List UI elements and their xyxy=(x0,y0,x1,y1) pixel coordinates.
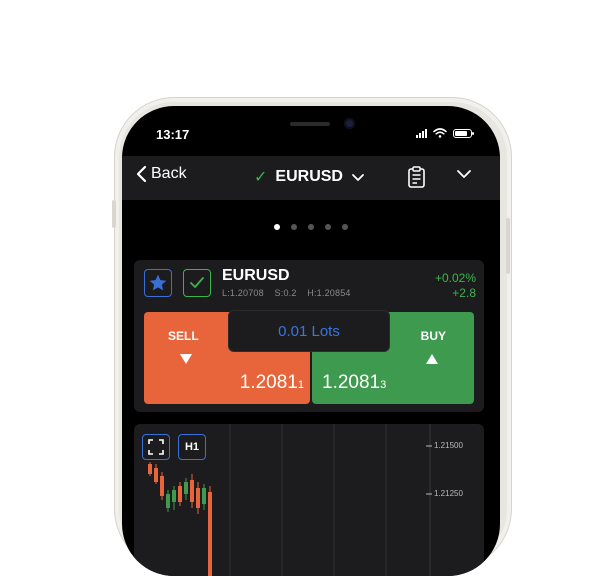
favorite-toggle[interactable] xyxy=(144,269,172,297)
status-time: 13:17 xyxy=(156,127,190,142)
back-button[interactable]: Back xyxy=(136,165,187,183)
top-navigation-bar: Back ✓ EURUSD xyxy=(122,156,500,200)
sell-price: 1.20811 xyxy=(240,372,304,394)
fullscreen-button[interactable] xyxy=(142,434,170,460)
page-dot xyxy=(325,224,331,230)
cellular-signal-icon xyxy=(416,128,427,138)
chevron-down-icon xyxy=(352,173,364,181)
front-camera xyxy=(344,118,355,129)
buy-price-pip: 3 xyxy=(380,379,387,391)
low-price: L:1.20708 xyxy=(222,288,264,298)
chevron-left-icon xyxy=(136,165,147,183)
star-icon xyxy=(149,274,167,291)
sell-label: SELL xyxy=(168,329,199,343)
buy-price: 1.20813 xyxy=(322,372,386,394)
symbol-selector[interactable]: ✓ EURUSD xyxy=(254,167,365,187)
change-pips: +2.8 xyxy=(452,286,476,300)
symbol-trade-card: EURUSD L:1.20708 S:0.2 H:1.20854 +0.02% … xyxy=(134,260,484,412)
connected-check-icon: ✓ xyxy=(254,169,268,186)
page-dot xyxy=(308,224,314,230)
page-dot xyxy=(342,224,348,230)
card-stats: L:1.20708 S:0.2 H:1.20854 xyxy=(222,288,359,298)
change-percent: +0.02% xyxy=(434,271,476,285)
sell-price-pip: 1 xyxy=(297,379,304,391)
price-chart[interactable]: H1 1.21500 1.21250 xyxy=(134,424,484,576)
fullscreen-icon xyxy=(148,439,164,455)
phone-side-button-left xyxy=(112,200,116,228)
buy-arrow-up-icon xyxy=(426,354,438,364)
checkmark-icon xyxy=(190,277,204,288)
expand-chevron-icon[interactable] xyxy=(456,168,472,180)
change-display: +0.02% +2.8 xyxy=(435,271,476,301)
phone-side-button xyxy=(506,218,510,274)
spread: S:0.2 xyxy=(274,288,297,298)
clipboard-icon[interactable] xyxy=(406,165,428,189)
sell-price-main: 1.2081 xyxy=(239,372,298,393)
timeframe-button[interactable]: H1 xyxy=(178,434,206,460)
page-dot xyxy=(274,224,280,230)
symbol-title: EURUSD xyxy=(275,168,343,185)
y-axis-label: 1.21500 xyxy=(434,441,463,450)
battery-icon xyxy=(453,128,474,138)
back-label: Back xyxy=(151,165,187,182)
page-dot xyxy=(291,224,297,230)
notch xyxy=(226,106,396,140)
card-symbol: EURUSD xyxy=(222,267,290,284)
status-icons xyxy=(416,128,474,138)
page-indicator[interactable] xyxy=(274,224,348,230)
lot-size-input[interactable]: 0.01 Lots xyxy=(228,310,390,352)
buy-price-main: 1.2081 xyxy=(322,372,381,393)
select-checkbox[interactable] xyxy=(183,269,211,297)
buy-label: BUY xyxy=(420,329,446,343)
y-axis-label: 1.21250 xyxy=(434,489,463,498)
sell-arrow-down-icon xyxy=(180,354,192,364)
phone-screen: 13:17 Back ✓ EURUSD EURUSD L:1.20708 S:0… xyxy=(122,106,500,576)
high-price: H:1.20854 xyxy=(307,288,351,298)
speaker xyxy=(290,122,330,126)
wifi-icon xyxy=(433,128,447,138)
